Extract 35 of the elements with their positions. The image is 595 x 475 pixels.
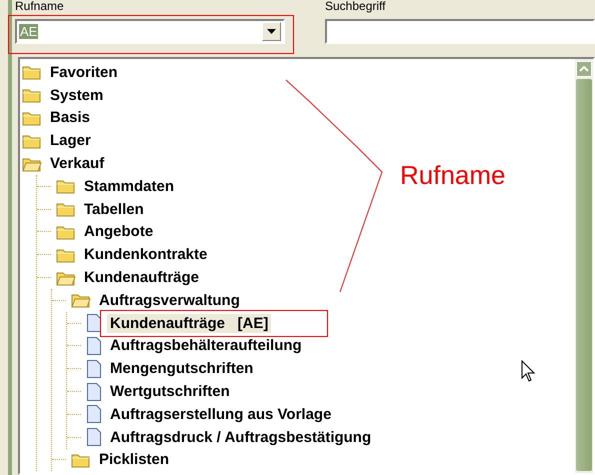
tree-item[interactable]: Kundenaufträge [AE]	[107, 314, 272, 333]
tree-item[interactable]: Wertgutschriften	[107, 382, 233, 402]
tree-item[interactable]: Lager	[47, 131, 94, 150]
search-field[interactable]	[325, 19, 595, 44]
annotation-label: Rufname	[400, 160, 506, 191]
field-label: Suchbegriff	[325, 0, 386, 13]
tree-item[interactable]: Auftragserstellung aus Vorlage	[107, 404, 334, 424]
document-icon	[86, 428, 102, 446]
tree-item[interactable]: Verkauf	[47, 154, 108, 174]
caret-icon	[267, 29, 276, 34]
tree-item[interactable]: Mengengutschriften	[107, 359, 256, 378]
field-label: Rufname	[15, 0, 64, 13]
tree-item[interactable]: Kundenaufträge	[81, 268, 202, 288]
tree-item[interactable]: Auftragsbehälteraufteilung	[107, 336, 305, 356]
chevron-up-icon	[579, 66, 589, 72]
scroll-thumb[interactable]	[576, 79, 592, 471]
dropdown-button[interactable]	[262, 22, 281, 41]
document-icon	[86, 314, 102, 332]
tree-item[interactable]: Stammdaten	[81, 176, 178, 196]
tree-item[interactable]: Kundenkontrakte	[81, 245, 210, 264]
tree-item[interactable]: Picklisten	[96, 450, 172, 470]
tree-item[interactable]: Auftragsverwaltung	[96, 290, 243, 310]
tree-item[interactable]: Angebote	[81, 222, 156, 242]
document-icon	[86, 336, 102, 355]
tree-item[interactable]: Auftragsdruck / Auftragsbestätigung	[107, 428, 374, 447]
tree-item[interactable]: Basis	[47, 108, 94, 128]
document-icon	[86, 405, 102, 424]
scrollbar[interactable]	[575, 59, 593, 473]
tree-item[interactable]: System	[47, 86, 106, 105]
document-icon	[86, 360, 102, 378]
document-icon	[86, 382, 102, 401]
mouse-pointer-icon	[521, 360, 535, 382]
tree-item[interactable]: Tabellen	[81, 200, 147, 219]
scroll-up-button[interactable]	[576, 61, 592, 77]
tree-item[interactable]: Favoriten	[47, 62, 121, 82]
